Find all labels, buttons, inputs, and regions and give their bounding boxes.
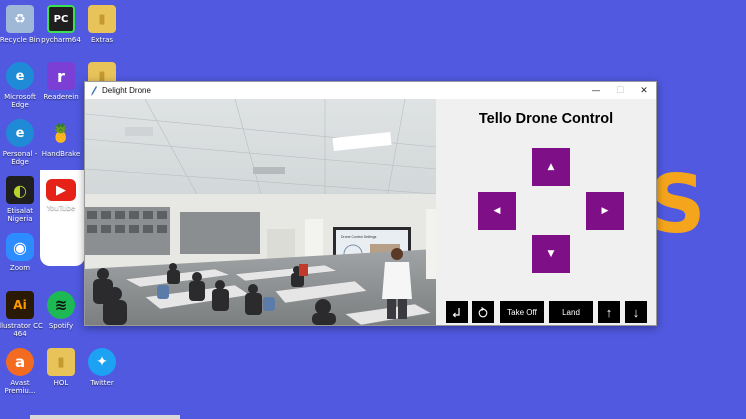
reader-icon: r [47, 62, 75, 90]
zoom-icon: ◉ [6, 233, 34, 261]
etisalat-icon: ◐ [6, 176, 34, 204]
minimize-button[interactable]: — [584, 82, 608, 99]
rotate-counterclockwise-button[interactable] [446, 301, 468, 323]
arrow-up-thin-icon: ↑ [605, 304, 613, 320]
descend-button[interactable]: ↓ [625, 301, 647, 323]
title-bar[interactable]: Delight Drone — ☐ ✕ [85, 82, 656, 99]
handbrake-icon: 🍍 [49, 122, 73, 144]
arrow-left-icon: ◀ [493, 206, 501, 216]
desktop-icon-zoom[interactable]: ◉ Zoom [0, 233, 45, 272]
panel-title: Tello Drone Control [478, 111, 614, 127]
arrow-down-icon: ▼ [547, 249, 555, 259]
ascend-button[interactable]: ↑ [598, 301, 620, 323]
takeoff-button[interactable]: Take Off [500, 301, 544, 323]
desktop-icon-spotify[interactable]: ≋ Spotify [36, 291, 86, 330]
spotify-icon: ≋ [47, 291, 75, 319]
recycle-bin-icon: ♻ [6, 5, 34, 33]
desktop-icon-youtube[interactable]: ▶ YouTube [36, 176, 86, 212]
rotate-clockwise-button[interactable] [472, 301, 494, 323]
forward-button[interactable]: ▲ [532, 148, 570, 186]
avast-icon: a [6, 348, 34, 376]
desktop-icon-extras[interactable]: ▮ Extras [77, 5, 127, 44]
app-window: Delight Drone — ☐ ✕ Drone Control Settin… [84, 81, 657, 326]
pycharm-icon: PC [47, 5, 75, 33]
right-button[interactable]: ▶ [586, 192, 624, 230]
folder-icon: ▮ [47, 348, 75, 376]
rotate-cw-icon [478, 307, 488, 318]
feather-icon [91, 85, 97, 96]
classroom-video-frame: Drone Control Settings [85, 99, 436, 325]
projector-slide-title: Drone Control Settings [341, 235, 377, 239]
arrow-up-icon: ▲ [547, 162, 555, 172]
close-button[interactable]: ✕ [632, 82, 656, 99]
desktop-icon-twitter[interactable]: ✦ Twitter [77, 348, 127, 387]
twitter-icon: ✦ [88, 348, 116, 376]
maximize-button[interactable]: ☐ [608, 82, 632, 99]
window-title: Delight Drone [102, 86, 151, 95]
illustrator-icon: Ai [6, 291, 34, 319]
arrow-down-thin-icon: ↓ [632, 304, 640, 320]
left-button[interactable]: ◀ [478, 192, 516, 230]
edge-icon: e [6, 62, 34, 90]
land-button[interactable]: Land [549, 301, 593, 323]
rotate-ccw-icon [452, 308, 460, 318]
drone-camera-feed: Drone Control Settings [85, 99, 436, 325]
edge-icon: e [6, 119, 34, 147]
control-panel: Tello Drone Control ▲ ◀ ▶ ▼ Take Off Lan… [436, 99, 656, 325]
youtube-icon: ▶ [46, 179, 76, 201]
folder-icon: ▮ [88, 5, 116, 33]
taskbar-fragment [30, 415, 180, 419]
backward-button[interactable]: ▼ [532, 235, 570, 273]
desktop-icon-handbrake[interactable]: 🍍 HandBrake [36, 119, 86, 159]
arrow-right-icon: ▶ [601, 206, 609, 216]
